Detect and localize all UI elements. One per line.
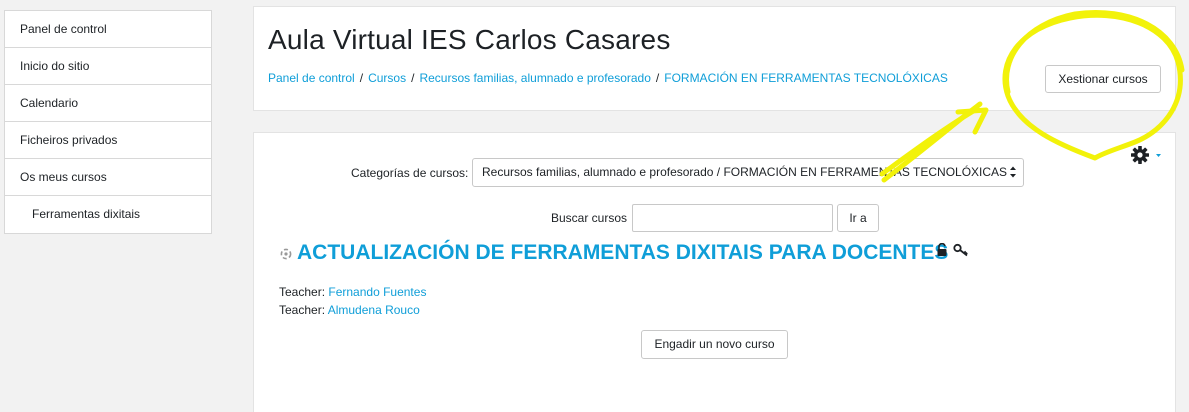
page-header: Aula Virtual IES Carlos Casares Panel de…: [253, 6, 1176, 111]
sidebar-nav: Panel de control Inicio do sitio Calenda…: [4, 10, 212, 234]
go-button[interactable]: Ir a: [837, 204, 879, 232]
manage-courses-button[interactable]: Xestionar cursos: [1045, 65, 1161, 93]
breadcrumb-separator: /: [359, 71, 364, 85]
teacher-role: Teacher:: [279, 285, 326, 299]
breadcrumb-recursos[interactable]: Recursos familias, alumnado e profesorad…: [419, 71, 650, 85]
course-category-panel: Categorías de cursos: Recursos familias,…: [253, 132, 1176, 412]
teacher-role: Teacher:: [279, 303, 326, 317]
sidebar-item-panel-de-control[interactable]: Panel de control: [5, 11, 211, 48]
key-icon: [953, 243, 968, 257]
category-label: Categorías de cursos:: [351, 166, 469, 180]
category-select[interactable]: Recursos familias, alumnado e profesorad…: [472, 158, 1024, 187]
teacher-name-link[interactable]: Fernando Fuentes: [328, 285, 426, 299]
teacher-name-link[interactable]: Almudena Rouco: [328, 303, 420, 317]
sidebar-item-calendario[interactable]: Calendario: [5, 85, 211, 122]
gear-icon[interactable]: [1130, 145, 1164, 165]
sidebar-item-ferramentas-dixitais[interactable]: Ferramentas dixitais: [5, 196, 211, 233]
teacher-row: Teacher: Fernando Fuentes: [279, 285, 426, 299]
sidebar-item-ficheiros-privados[interactable]: Ficheiros privados: [5, 122, 211, 159]
search-courses-label: Buscar cursos: [551, 211, 628, 225]
course-icon: [280, 248, 292, 260]
breadcrumb: Panel de control / Cursos / Recursos familia…: [268, 71, 948, 85]
category-select-value: Recursos familias, alumnado e profesorad…: [482, 165, 1008, 179]
breadcrumb-separator: /: [655, 71, 660, 85]
breadcrumb-formacion[interactable]: FORMACIÓN EN FERRAMENTAS TECNOLÓXICAS: [664, 71, 948, 85]
select-arrows-icon: [1010, 166, 1016, 178]
breadcrumb-panel-de-control[interactable]: Panel de control: [268, 71, 355, 85]
sidebar-item-os-meus-cursos[interactable]: Os meus cursos: [5, 159, 211, 196]
teacher-row: Teacher: Almudena Rouco: [279, 303, 420, 317]
page-title: Aula Virtual IES Carlos Casares: [268, 24, 671, 55]
unlock-icon: [937, 243, 947, 256]
breadcrumb-cursos[interactable]: Cursos: [368, 71, 406, 85]
course-title-link[interactable]: ACTUALIZACIÓN DE FERRAMENTAS DIXITAIS PA…: [297, 241, 948, 265]
caret-down-icon: [1156, 154, 1161, 157]
breadcrumb-separator: /: [411, 71, 415, 85]
add-new-course-button[interactable]: Engadir un novo curso: [641, 330, 788, 359]
sidebar-item-inicio-do-sitio[interactable]: Inicio do sitio: [5, 48, 211, 85]
search-courses-input[interactable]: [632, 204, 833, 232]
